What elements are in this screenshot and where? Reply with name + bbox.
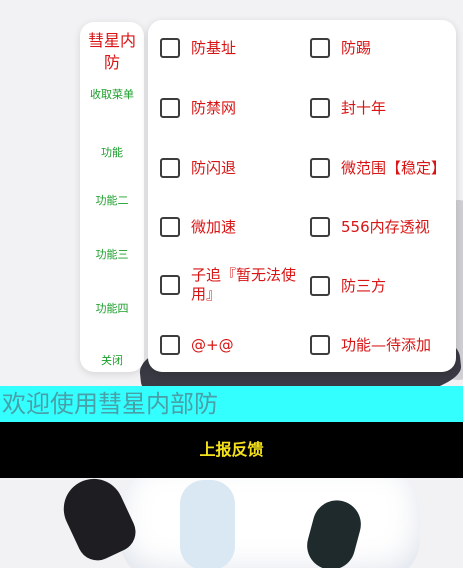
option-function-to-be-added[interactable]: 功能—待添加 — [310, 335, 450, 355]
checkbox[interactable] — [310, 276, 330, 296]
background-dress-shape — [120, 470, 420, 568]
checkbox[interactable] — [160, 335, 180, 355]
option-memory-wallhack[interactable]: 556内存透视 — [310, 217, 450, 237]
option-label: 微加速 — [191, 217, 237, 236]
option-label: 防基址 — [191, 38, 237, 57]
checkbox[interactable] — [160, 217, 180, 237]
report-feedback-button[interactable]: 上报反馈 — [0, 422, 463, 478]
checkbox[interactable] — [310, 335, 330, 355]
checkbox[interactable] — [160, 38, 180, 58]
option-label: 防闪退 — [191, 158, 237, 177]
checkbox[interactable] — [310, 158, 330, 178]
checkbox[interactable] — [160, 275, 180, 295]
option-at-plus-at[interactable]: @+@ — [160, 335, 300, 355]
checkbox[interactable] — [310, 38, 330, 58]
option-ten-year-ban[interactable]: 封十年 — [310, 98, 450, 118]
sidebar-item-close[interactable]: 关闭 — [80, 354, 144, 368]
sidebar-item-function-two[interactable]: 功能二 — [80, 194, 144, 208]
checkbox[interactable] — [160, 158, 180, 178]
option-label: @+@ — [191, 335, 234, 354]
option-anti-kick[interactable]: 防踢 — [310, 38, 450, 58]
option-anti-third-party[interactable]: 防三方 — [310, 276, 450, 296]
option-anti-base-address[interactable]: 防基址 — [160, 38, 300, 58]
checkbox[interactable] — [160, 98, 180, 118]
option-label: 功能—待添加 — [341, 335, 432, 354]
welcome-banner: 欢迎使用彗星内部防 — [0, 386, 463, 422]
option-bullet-tracking[interactable]: 子追『暂无法使用』 — [160, 266, 305, 304]
option-micro-range[interactable]: 微范围【稳定】 — [310, 158, 450, 178]
checkbox[interactable] — [310, 98, 330, 118]
checkbox[interactable] — [310, 217, 330, 237]
option-micro-speed[interactable]: 微加速 — [160, 217, 300, 237]
sidebar-item-function[interactable]: 功能 — [80, 146, 144, 160]
option-label: 防踢 — [341, 38, 372, 57]
option-label: 556内存透视 — [341, 217, 430, 236]
option-label: 子追『暂无法使用』 — [191, 266, 297, 303]
menu-title: 彗星内防 — [87, 31, 136, 72]
sidebar-item-collapse-menu[interactable]: 收取菜单 — [80, 88, 144, 102]
options-panel: 防基址 防踢 防禁网 封十年 防闪退 微范围【稳定】 微加速 556内存透视 子… — [148, 20, 456, 372]
sidebar-item-function-four[interactable]: 功能四 — [80, 302, 144, 316]
option-label: 封十年 — [341, 98, 387, 117]
sidebar-item-function-three[interactable]: 功能三 — [80, 248, 144, 262]
option-label: 防禁网 — [191, 98, 237, 117]
option-anti-ban-network[interactable]: 防禁网 — [160, 98, 300, 118]
option-label: 防三方 — [341, 276, 387, 295]
side-menu: 彗星内防 收取菜单 功能 功能二 功能三 功能四 关闭 — [80, 22, 144, 372]
background-sock-shape — [180, 480, 235, 568]
option-label: 微范围【稳定】 — [341, 158, 447, 177]
option-anti-crash[interactable]: 防闪退 — [160, 158, 300, 178]
